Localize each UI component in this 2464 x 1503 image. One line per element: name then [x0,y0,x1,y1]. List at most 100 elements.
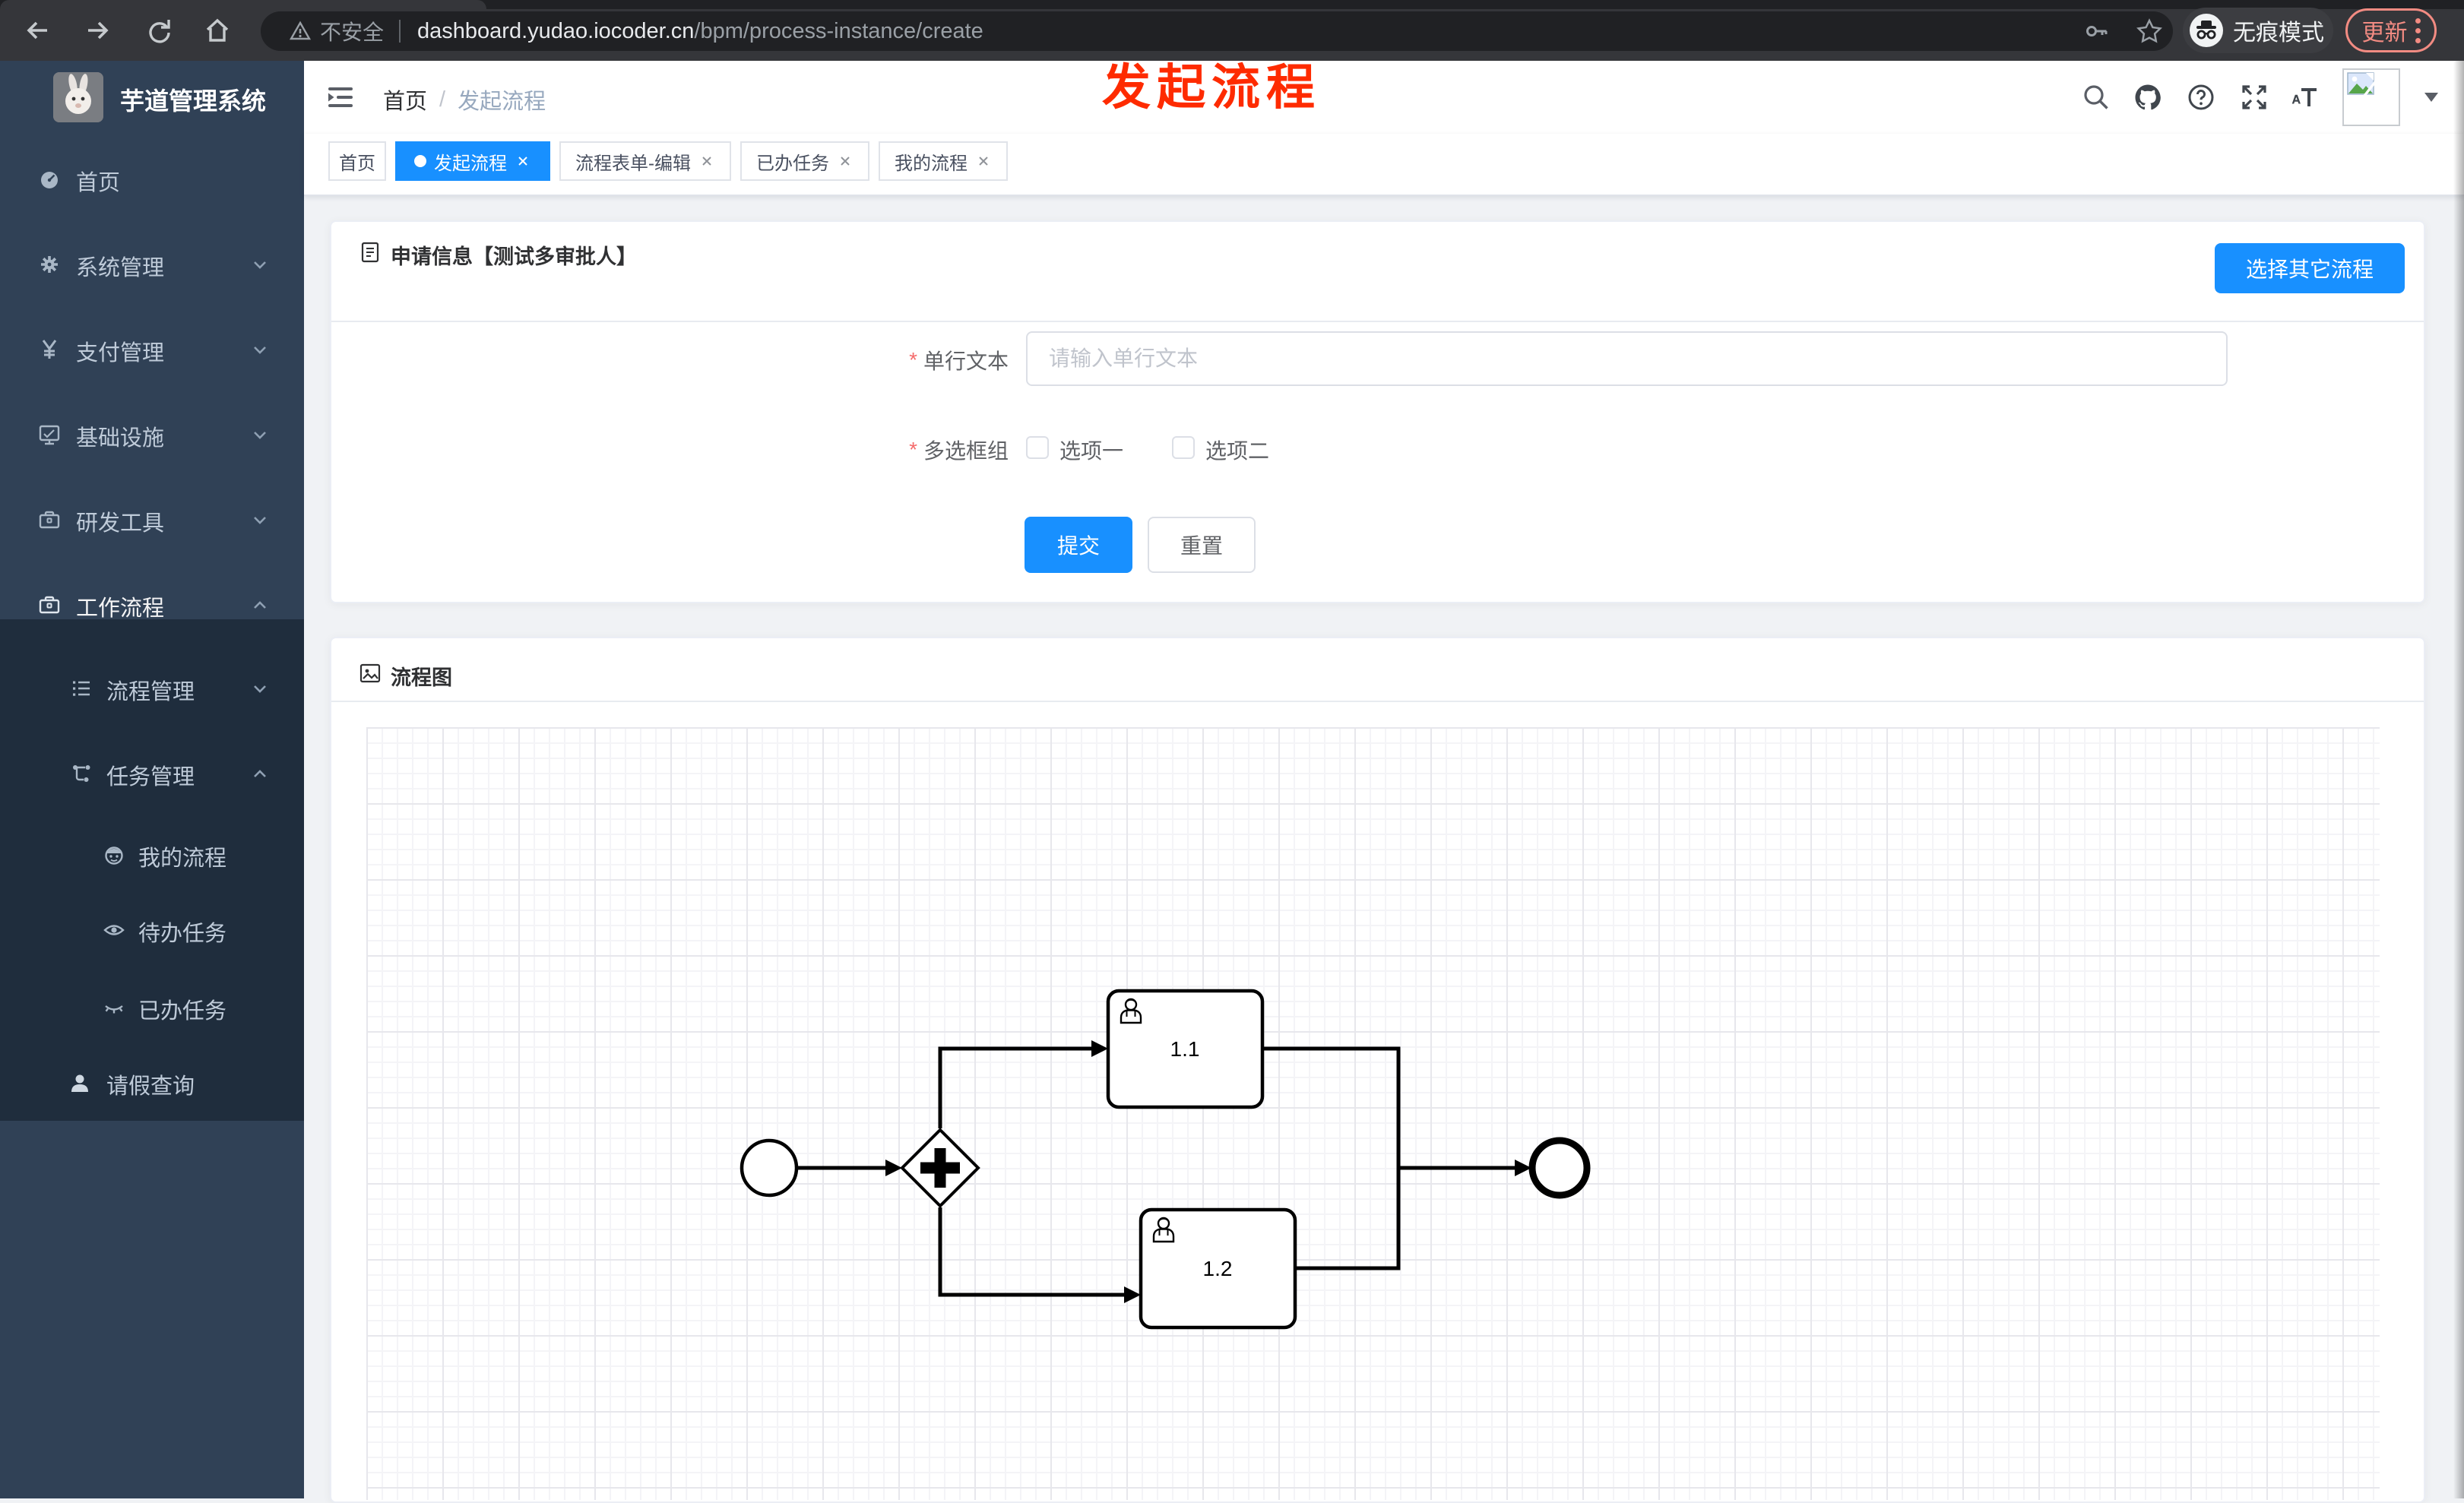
tag-tab-my-process[interactable]: 我的流程 [879,141,1008,181]
sidebar-item-home[interactable]: 首页 [0,137,304,222]
tag-tab-create-process[interactable]: 发起流程 [395,141,550,181]
hamburger-menu-icon[interactable] [327,84,354,111]
breadcrumb-separator: / [439,87,446,112]
breadcrumb-home[interactable]: 首页 [383,84,427,115]
tab-label: 发起流程 [434,153,507,174]
tag-tab-form-edit[interactable]: 流程表单-编辑 [559,141,731,181]
sidebar-item-payment[interactable]: 支付管理 [0,307,304,392]
sidebar-item-infrastructure[interactable]: 基础设施 [0,392,304,477]
browser-home-button[interactable] [204,17,231,44]
close-icon[interactable] [837,153,854,169]
close-icon[interactable] [698,153,715,169]
caret-down-icon[interactable] [2424,93,2438,102]
incognito-icon [2189,13,2224,48]
bpmn-canvas[interactable]: 1.1 1.2 [366,727,2380,1500]
chevron-down-icon [249,424,271,445]
github-icon[interactable] [2133,82,2163,112]
browser-reload-button[interactable] [144,17,172,44]
incognito-badge: 无痕模式 [2183,8,2333,53]
checkbox-option-1[interactable] [1026,436,1049,459]
apply-info-card: 申请信息【测试多审批人】 选择其它流程 * 单行文本 * 多选框组 选项一 选项… [330,220,2425,603]
url-divider [399,20,401,43]
picture-icon [359,662,382,690]
top-navbar: 首页 / 发起流程 [304,61,2464,134]
checkbox-group-label-row: * 多选框组 [765,435,1009,465]
sidebar-item-system[interactable]: 系统管理 [0,222,304,307]
chevron-up-icon [249,763,271,784]
checkbox-option-2-label[interactable]: 选项二 [1205,435,1269,465]
required-asterisk: * [909,438,917,461]
url-bar[interactable]: 不安全 dashboard.yudao.iocoder.cn /bpm/proc… [261,11,2173,51]
chevron-down-icon [249,254,271,275]
text-field-label-row: * 单行文本 [765,345,1009,375]
sidebar-item-done-tasks[interactable]: 已办任务 [0,970,304,1046]
browser-tabstrip [0,0,2464,9]
breadcrumb: 首页 / 发起流程 [383,84,546,115]
sidebar: 芋道管理系统 首页 系统管理 支付管理 基础设施 研发工具 工作流程 流程管理 … [0,61,304,1498]
tree-icon [70,762,93,785]
single-line-text-input[interactable] [1026,331,2228,386]
sidebar-item-workflow[interactable]: 工作流程 [0,562,304,647]
reset-button[interactable]: 重置 [1148,517,1256,573]
browser-back-button[interactable] [24,17,52,44]
checkbox-option-1-label[interactable]: 选项一 [1059,435,1123,465]
chevron-down-icon [249,509,271,530]
start-event-node[interactable] [740,1138,799,1198]
sidebar-item-process-management[interactable]: 流程管理 [0,646,304,731]
avatar[interactable] [2342,68,2400,126]
annotation-text: 发起流程 [1102,60,1321,115]
fullscreen-icon[interactable] [2239,82,2269,112]
logo-image [53,72,103,122]
browser-active-tab[interactable] [0,0,486,9]
close-icon[interactable] [515,153,531,169]
breadcrumb-current: 发起流程 [458,90,546,114]
sidebar-item-task-management[interactable]: 任务管理 [0,731,304,816]
browser-update-button[interactable]: 更新 [2345,8,2437,52]
apply-card-header: 申请信息【测试多审批人】 [359,234,637,275]
search-icon[interactable] [2081,82,2111,112]
sidebar-item-my-process[interactable]: 我的流程 [0,817,304,893]
document-icon [359,241,382,269]
card-divider [331,321,2424,322]
key-icon[interactable] [2085,19,2109,43]
eye-closed-icon [103,996,125,1019]
url-host: dashboard.yudao.iocoder.cn [417,18,695,43]
briefcase-icon [38,593,61,616]
gear-icon [38,253,61,276]
task-label: 1.1 [1170,1037,1200,1061]
user-task-node-1-1[interactable]: 1.1 [1106,989,1265,1109]
select-other-process-button[interactable]: 选择其它流程 [2215,243,2405,293]
toolbox-icon [38,508,61,531]
sidebar-item-todo-tasks[interactable]: 待办任务 [0,892,304,968]
tag-tab-done-tasks[interactable]: 已办任务 [740,141,869,181]
update-label: 更新 [2361,21,2408,46]
tab-label: 我的流程 [895,153,968,174]
bookmark-star-icon[interactable] [2136,18,2162,44]
checkbox-group-label: 多选框组 [923,439,1009,463]
font-size-icon[interactable] [2289,82,2320,112]
browser-forward-button[interactable] [84,17,111,44]
browser-menu-icon[interactable] [2415,17,2421,43]
list-icon [70,677,93,700]
page: 不安全 dashboard.yudao.iocoder.cn /bpm/proc… [0,0,2464,1503]
submit-button[interactable]: 提交 [1025,517,1132,573]
sidebar-item-devtools[interactable]: 研发工具 [0,477,304,562]
chevron-down-icon [249,678,271,699]
user-icon [68,1071,91,1094]
user-task-node-1-2[interactable]: 1.2 [1139,1207,1297,1330]
end-event-node[interactable] [1528,1137,1591,1199]
not-secure-warning-icon [289,21,312,42]
robot-face-icon [103,843,125,866]
apply-card-title: 申请信息【测试多审批人】 [391,245,637,268]
sidebar-item-leave-query[interactable]: 请假查询 [0,1045,304,1121]
tab-label: 流程表单-编辑 [575,153,691,174]
dashboard-icon [38,168,61,191]
help-icon[interactable] [2186,82,2216,112]
window-edge-shadow [2453,61,2464,1498]
diagram-card-header: 流程图 [359,655,452,696]
parallel-gateway-node[interactable] [900,1128,980,1208]
incognito-label: 无痕模式 [2233,21,2324,46]
close-icon[interactable] [975,153,992,169]
tag-tab-home[interactable]: 首页 [328,141,386,181]
checkbox-option-2[interactable] [1172,436,1195,459]
